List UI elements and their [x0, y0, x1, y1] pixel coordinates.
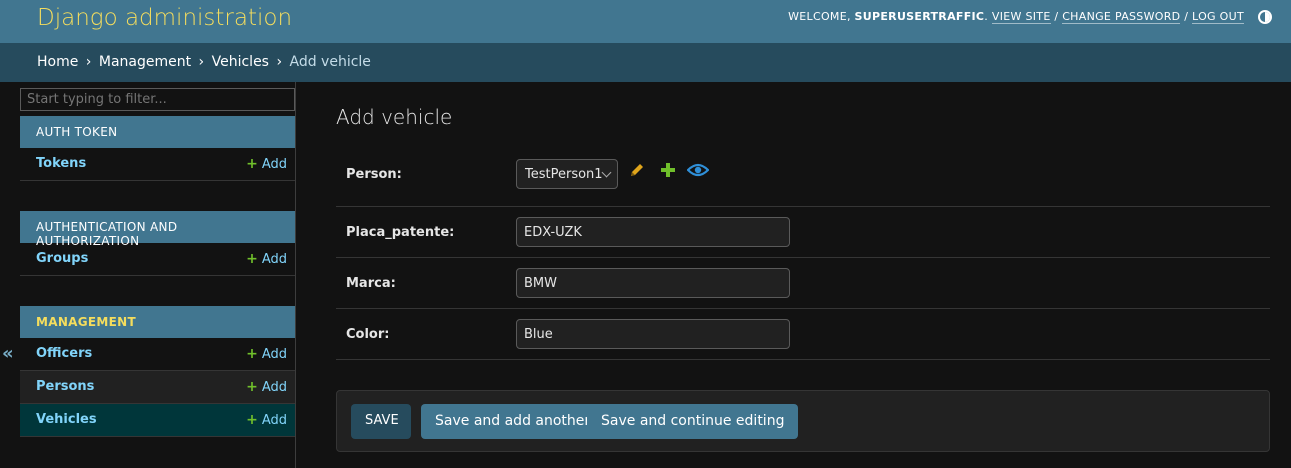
module-caption[interactable]: AUTH TOKEN — [20, 116, 295, 148]
plus-icon: + — [246, 251, 258, 267]
plus-icon: + — [246, 412, 258, 428]
add-label: Add — [261, 413, 287, 428]
breadcrumb-vehicles[interactable]: Vehicles — [212, 54, 269, 70]
page-title: Add vehicle — [336, 105, 453, 129]
plus-icon: + — [246, 379, 258, 395]
breadcrumb-separator: › — [198, 54, 205, 70]
sidebar-item-groups: Groups + Add — [20, 243, 295, 276]
add-persons-link[interactable]: + Add — [246, 379, 287, 395]
sidebar-item-tokens: Tokens + Add — [20, 148, 295, 181]
model-link-groups[interactable]: Groups — [36, 251, 88, 266]
sidebar-item-vehicles: Vehicles + Add — [20, 404, 295, 437]
color-field[interactable]: Blue — [516, 319, 790, 349]
marca-field[interactable]: BMW — [516, 268, 790, 298]
module-auth-token: AUTH TOKEN Tokens + Add — [20, 116, 295, 181]
module-authentication: AUTHENTICATION AND AUTHORIZATION Groups … — [20, 211, 295, 276]
placa-patente-field[interactable]: EDX-UZK — [516, 217, 790, 247]
breadcrumb-separator: › — [276, 54, 283, 70]
breadcrumb: Home › Management › Vehicles › Add vehic… — [0, 43, 1291, 82]
nav-filter-input[interactable] — [20, 88, 295, 111]
user-tools-separator: / — [1180, 10, 1193, 23]
toggle-nav-sidebar[interactable]: « — [0, 82, 18, 468]
save-and-continue-button[interactable]: Save and continue editing — [587, 404, 799, 439]
module-management: MANAGEMENT Officers + Add Persons + Add Ve… — [20, 306, 295, 437]
breadcrumb-separator: › — [85, 54, 92, 70]
add-vehicles-link[interactable]: + Add — [246, 412, 287, 428]
collapse-sidebar-icon[interactable]: « — [2, 343, 14, 364]
change-password-link[interactable]: CHANGE PASSWORD — [1062, 10, 1181, 24]
add-label: Add — [261, 347, 287, 362]
add-label: Add — [261, 157, 287, 172]
person-select[interactable]: TestPerson1 — [516, 159, 618, 189]
welcome-period: . — [984, 10, 992, 23]
plus-icon: + — [246, 156, 258, 172]
form-row-placa: Placa_patente: EDX-UZK — [336, 207, 1270, 258]
breadcrumb-current: Add vehicle — [289, 54, 371, 70]
add-related-icon[interactable] — [659, 161, 677, 179]
form-row-color: Color: Blue — [336, 309, 1270, 360]
add-tokens-link[interactable]: + Add — [246, 156, 287, 172]
module-caption[interactable]: AUTHENTICATION AND AUTHORIZATION — [20, 211, 295, 248]
username: SUPERUSERTRAFFIC — [854, 10, 985, 23]
plus-icon: + — [246, 346, 258, 362]
add-label: Add — [261, 380, 287, 395]
placa-label: Placa_patente: — [346, 225, 455, 240]
breadcrumb-management[interactable]: Management — [99, 54, 191, 70]
nav-sidebar: AUTH TOKEN Tokens +Add AUTHENTICATION AN… — [18, 82, 296, 468]
main-content: Add vehicle Person: TestPerson1 Placa_pa… — [336, 82, 1270, 468]
view-site-link[interactable]: VIEW SITE — [991, 10, 1051, 24]
form-row-marca: Marca: BMW — [336, 258, 1270, 309]
user-tools-separator: / — [1050, 10, 1063, 23]
edit-related-icon[interactable] — [628, 161, 646, 179]
sidebar-item-persons: Persons + Add — [20, 371, 295, 404]
view-related-icon[interactable] — [687, 162, 709, 178]
marca-label: Marca: — [346, 276, 396, 291]
form-row-person: Person: TestPerson1 — [336, 149, 1270, 207]
model-link-officers[interactable]: Officers — [36, 346, 92, 361]
model-link-tokens[interactable]: Tokens — [36, 156, 86, 171]
person-label: Person: — [346, 167, 402, 182]
save-button[interactable]: SAVE — [351, 404, 411, 439]
contrast-icon[interactable] — [1258, 10, 1272, 24]
site-branding[interactable]: Django administration — [37, 5, 292, 31]
header: Django administration WELCOME, SUPERUSER… — [0, 0, 1291, 43]
save-and-add-another-button[interactable]: Save and add another — [421, 404, 605, 439]
model-link-vehicles[interactable]: Vehicles — [36, 412, 97, 427]
welcome-text: WELCOME, — [788, 10, 855, 23]
color-label: Color: — [346, 327, 390, 342]
breadcrumb-home[interactable]: Home — [37, 54, 78, 70]
add-officers-link[interactable]: + Add — [246, 346, 287, 362]
sidebar-item-officers: Officers + Add — [20, 338, 295, 371]
module-caption[interactable]: MANAGEMENT — [20, 306, 295, 338]
submit-row: SAVE Save and add another Save and conti… — [336, 390, 1270, 452]
add-label: Add — [261, 252, 287, 267]
chevron-down-icon — [601, 167, 612, 178]
person-select-value: TestPerson1 — [525, 167, 603, 182]
add-groups-link[interactable]: + Add — [246, 251, 287, 267]
user-tools: WELCOME, SUPERUSERTRAFFIC. VIEW SITE / C… — [788, 10, 1244, 24]
model-link-persons[interactable]: Persons — [36, 379, 94, 394]
log-out-link[interactable]: LOG OUT — [1192, 10, 1244, 24]
